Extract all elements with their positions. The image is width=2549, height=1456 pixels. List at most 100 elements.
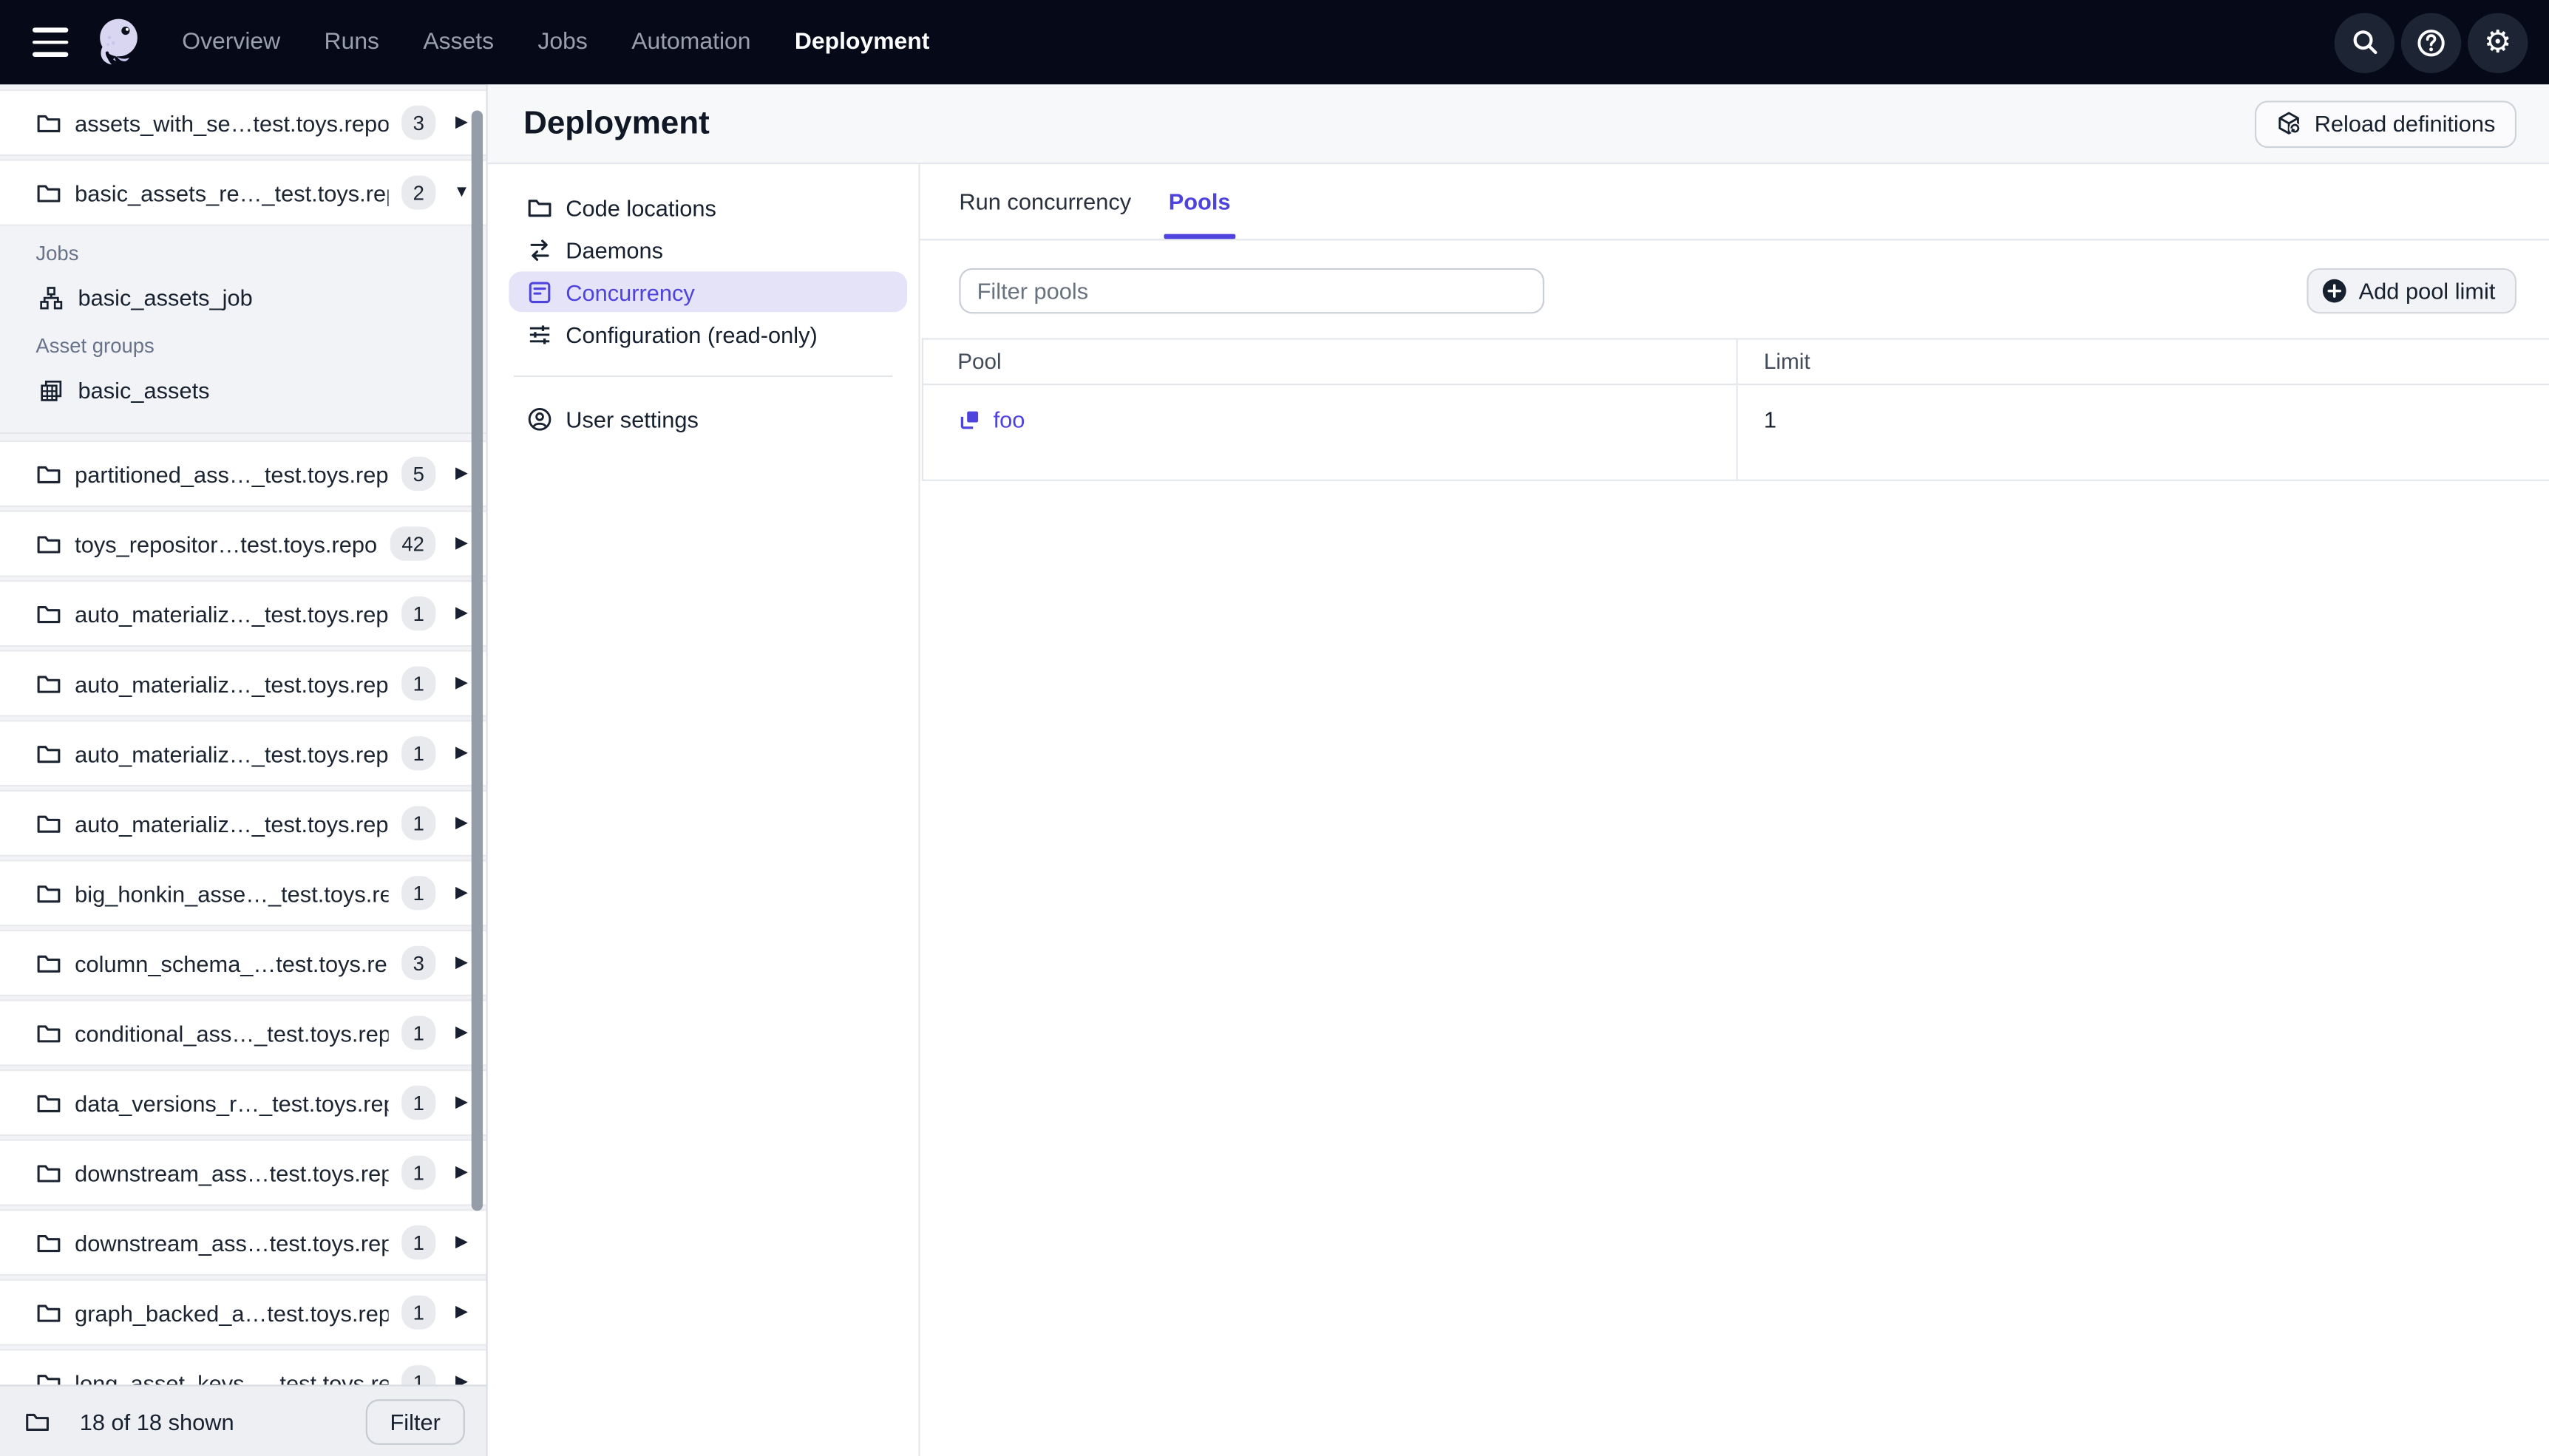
repo-row[interactable]: assets_with_se…test.toys.repo 3 ▶ [0, 89, 486, 157]
reload-definitions-label: Reload definitions [2314, 110, 2496, 137]
asset-group-name: basic_assets [78, 377, 210, 404]
sidebar-filter-button[interactable]: Filter [365, 1398, 465, 1444]
repo-name: toys_repositor…test.toys.repo [75, 530, 378, 557]
deployment-nav-daemons[interactable]: Daemons [509, 229, 907, 270]
folder-icon [35, 531, 61, 557]
deployment-nav-configuration[interactable]: Configuration (read-only) [509, 313, 907, 354]
pools-toolbar: Add pool limit [920, 268, 2549, 314]
repo-count-badge: 3 [401, 945, 436, 980]
add-pool-limit-button[interactable]: Add pool limit [2307, 268, 2517, 314]
nav-link-automation[interactable]: Automation [631, 30, 750, 55]
main-area: Deployment Reload definitions Code locat… [487, 84, 2549, 1456]
repo-name: downstream_ass…test.toys.rep [75, 1159, 389, 1186]
repo-count-badge: 1 [401, 876, 436, 911]
nav-item-label: Code locations [566, 194, 716, 220]
repo-sidebar: assets_with_se…test.toys.repo 3 ▶ basic_… [0, 84, 488, 1456]
repo-row[interactable]: toys_repositor…test.toys.repo 42 ▶ [0, 510, 486, 577]
chevron-right-icon[interactable]: ▶ [450, 1234, 473, 1251]
folder-icon [35, 109, 61, 135]
repo-row[interactable]: auto_materializ…_test.toys.repo 1 ▶ [0, 650, 486, 717]
repo-name: conditional_ass…_test.toys.repo [75, 1019, 389, 1047]
repo-name: graph_backed_a…test.toys.repo [75, 1299, 389, 1326]
nav-link-runs[interactable]: Runs [325, 30, 379, 55]
repo-count-badge: 1 [401, 1365, 436, 1385]
chevron-right-icon[interactable]: ▶ [450, 1163, 473, 1181]
chevron-right-icon[interactable]: ▶ [450, 954, 473, 971]
nav-link-assets[interactable]: Assets [423, 30, 494, 55]
repo-count-badge: 1 [401, 1085, 436, 1120]
folder-icon [35, 460, 61, 486]
repo-row[interactable]: auto_materializ…_test.toys.repo 1 ▶ [0, 720, 486, 787]
deployment-nav-concurrency[interactable]: Concurrency [509, 271, 908, 313]
chevron-right-icon[interactable]: ▶ [450, 114, 473, 131]
page-title: Deployment [523, 104, 710, 141]
pool-link[interactable]: foo [957, 406, 1025, 432]
repo-count-badge: 1 [401, 1295, 436, 1330]
repo-row[interactable]: big_honkin_asse…_test.toys.rep 1 ▶ [0, 860, 486, 927]
folder-icon [24, 1408, 50, 1434]
primary-nav: Overview Runs Assets Jobs Automation Dep… [182, 30, 929, 55]
concurrency-icon [529, 281, 551, 303]
asset-group-icon [41, 379, 62, 401]
nav-item-label: Configuration (read-only) [566, 321, 818, 347]
pools-table-header: Pool Limit [923, 339, 2549, 386]
chevron-right-icon[interactable]: ▶ [450, 675, 473, 692]
repo-row[interactable]: auto_materializ…_test.toys.repo 1 ▶ [0, 789, 486, 857]
chevron-right-icon[interactable]: ▶ [450, 1373, 473, 1384]
tab-pools[interactable]: Pools [1164, 164, 1236, 239]
repo-row[interactable]: downstream_ass…test.toys.rep 1 ▶ [0, 1139, 486, 1206]
sidebar-scrollbar[interactable] [471, 110, 483, 1211]
deployment-nav-code-locations[interactable]: Code locations [509, 187, 907, 228]
chevron-down-icon[interactable]: ▼ [450, 183, 473, 201]
reload-definitions-button[interactable]: Reload definitions [2254, 100, 2517, 148]
chevron-right-icon[interactable]: ▶ [450, 744, 473, 761]
filter-pools-input[interactable] [959, 268, 1545, 314]
job-item[interactable]: basic_assets_job [0, 276, 486, 319]
plus-icon [2322, 279, 2346, 303]
dagster-logo-icon[interactable] [91, 15, 146, 70]
search-icon [2352, 30, 2377, 55]
concurrency-tabbar: Run concurrency Pools [920, 164, 2549, 241]
repo-row[interactable]: long_asset_keys…_test.toys.re 1 ▶ [0, 1349, 486, 1385]
chevron-right-icon[interactable]: ▶ [450, 884, 473, 901]
chevron-right-icon[interactable]: ▶ [450, 1304, 473, 1321]
chevron-right-icon[interactable]: ▶ [450, 814, 473, 831]
repo-count-badge: 1 [401, 1155, 436, 1190]
help-button[interactable] [2400, 12, 2462, 72]
nav-divider [513, 375, 893, 378]
repo-count-badge: 2 [401, 175, 436, 210]
nav-link-overview[interactable]: Overview [182, 30, 280, 55]
chevron-right-icon[interactable]: ▶ [450, 465, 473, 482]
repo-count-badge: 1 [401, 596, 436, 631]
nav-link-jobs[interactable]: Jobs [537, 30, 587, 55]
repo-row[interactable]: conditional_ass…_test.toys.repo 1 ▶ [0, 999, 486, 1067]
repo-name: basic_assets_re…_test.toys.rep [75, 179, 389, 206]
chevron-right-icon[interactable]: ▶ [450, 1024, 473, 1041]
settings-button[interactable]: ⚙ [2468, 12, 2528, 72]
tab-run-concurrency[interactable]: Run concurrency [959, 164, 1131, 239]
repo-row[interactable]: basic_assets_re…_test.toys.rep 2 ▼ [0, 159, 486, 226]
folder-icon [35, 180, 61, 205]
repo-count-badge: 1 [401, 1225, 436, 1260]
repo-name: auto_materializ…_test.toys.repo [75, 670, 389, 697]
folder-icon [35, 601, 61, 627]
nav-link-deployment[interactable]: Deployment [795, 30, 930, 55]
repo-name: auto_materializ…_test.toys.repo [75, 810, 389, 837]
nav-item-label: Concurrency [566, 279, 695, 305]
repo-expanded-panel: Jobs basic_assets_job Asset groups basic… [0, 229, 486, 435]
search-button[interactable] [2334, 12, 2395, 72]
repo-row[interactable]: data_versions_r…_test.toys.rep 1 ▶ [0, 1069, 486, 1137]
folder-icon [35, 670, 61, 696]
repo-row[interactable]: partitioned_ass…_test.toys.rep 5 ▶ [0, 440, 486, 508]
repo-row[interactable]: column_schema_…test.toys.rep 3 ▶ [0, 929, 486, 996]
hamburger-menu-icon[interactable] [32, 27, 69, 57]
deployment-nav-user-settings[interactable]: User settings [509, 398, 907, 439]
chevron-right-icon[interactable]: ▶ [450, 605, 473, 622]
repo-row[interactable]: graph_backed_a…test.toys.repo 1 ▶ [0, 1279, 486, 1346]
chevron-right-icon[interactable]: ▶ [450, 534, 473, 552]
repo-row[interactable]: auto_materializ…_test.toys.repo 1 ▶ [0, 580, 486, 647]
asset-group-item[interactable]: basic_assets [0, 369, 486, 411]
repo-row[interactable]: downstream_ass…test.toys.rep 1 ▶ [0, 1209, 486, 1276]
chevron-right-icon[interactable]: ▶ [450, 1094, 473, 1111]
pools-table: Pool Limit foo 1 [921, 338, 2549, 481]
